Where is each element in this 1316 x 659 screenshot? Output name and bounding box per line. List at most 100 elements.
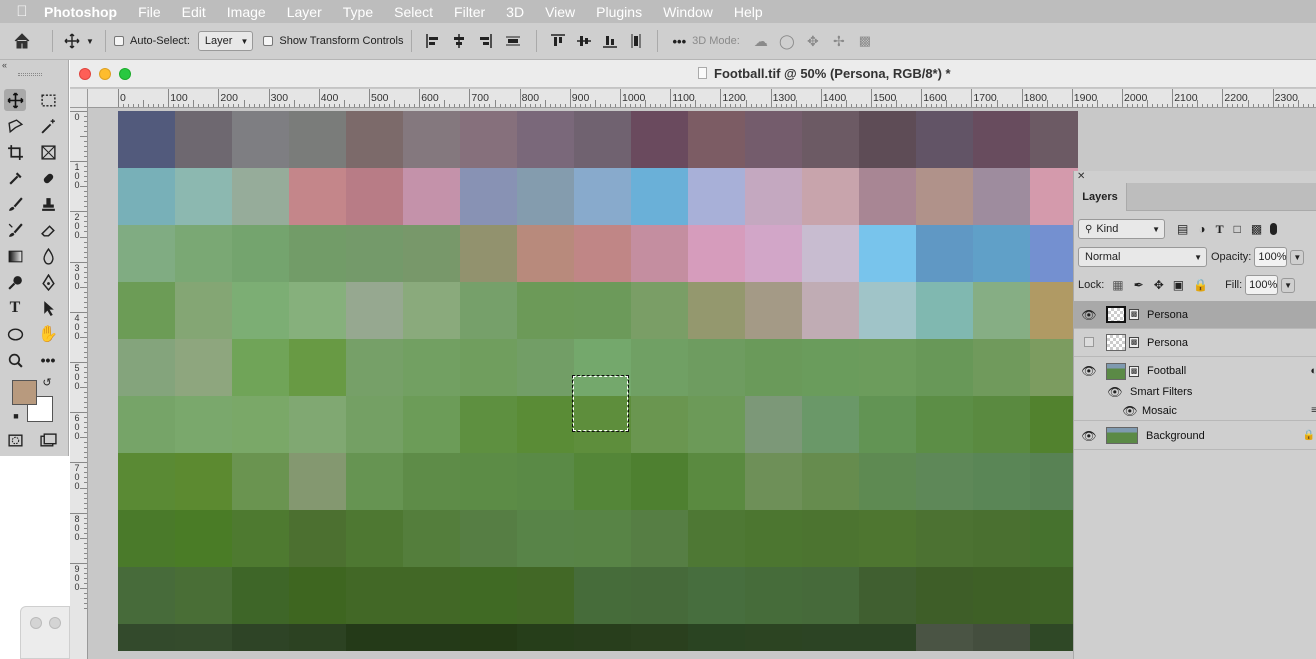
vertical-ruler[interactable]: 0100200300400500600700800900 — [70, 108, 88, 659]
apple-menu-icon[interactable]:  — [0, 3, 44, 20]
window-zoom-button[interactable] — [119, 68, 131, 80]
layer-name[interactable]: Background — [1146, 430, 1205, 442]
fill-input[interactable]: 100% — [1245, 275, 1279, 295]
align-right-icon[interactable] — [472, 29, 498, 53]
eye-icon[interactable]: 👁 — [1074, 364, 1104, 378]
align-left-icon[interactable] — [420, 29, 446, 53]
auto-select-checkbox[interactable] — [114, 36, 124, 46]
panel-grip[interactable] — [18, 73, 42, 76]
layer-row-mosaic[interactable]: 👁 Mosaic ≡ — [1074, 401, 1316, 421]
clone-stamp-icon[interactable] — [37, 193, 59, 215]
rectangular-marquee-icon[interactable] — [37, 89, 59, 111]
pen-tool-icon[interactable] — [37, 271, 59, 293]
menu-image[interactable]: Image — [227, 4, 266, 20]
chevron-down-icon[interactable]: ▼ — [83, 29, 97, 53]
layer-name[interactable]: Football — [1147, 365, 1186, 377]
layer-row-smart-filters[interactable]: 👁 Smart Filters — [1074, 382, 1316, 402]
move-tool-preset-icon[interactable] — [61, 29, 83, 53]
lock-pixels-icon[interactable]: ✒ — [1134, 278, 1144, 292]
layer-name[interactable]: Smart Filters — [1130, 386, 1192, 398]
align-center-icon[interactable] — [446, 29, 472, 53]
ruler-origin[interactable] — [70, 89, 88, 108]
filter-smart-object-icon[interactable]: ▩ — [1251, 222, 1262, 236]
gradient-tool-icon[interactable] — [4, 245, 26, 267]
3d-slide-icon[interactable]: ✢ — [826, 29, 852, 53]
eraser-icon[interactable] — [37, 219, 59, 241]
menu-help[interactable]: Help — [734, 4, 763, 20]
quick-mask-icon[interactable] — [4, 429, 26, 451]
visibility-toggle[interactable] — [1074, 336, 1104, 350]
3d-pan-icon[interactable]: ✥ — [800, 29, 826, 53]
screen-mode-icon[interactable] — [37, 429, 59, 451]
auto-select-dropdown[interactable]: Layer ▼ — [197, 31, 254, 51]
filter-adjustment-icon[interactable]: ◑ — [1198, 222, 1205, 236]
hand-tool-icon[interactable]: ✋ — [37, 323, 59, 345]
collapse-panel-icon[interactable]: « — [2, 60, 7, 70]
brush-tool-icon[interactable] — [4, 193, 26, 215]
menu-type[interactable]: Type — [343, 4, 373, 20]
layer-row-football[interactable]: 👁 ▩ Football ◐ — [1074, 357, 1316, 385]
eye-icon[interactable]: 👁 — [1118, 404, 1142, 418]
opacity-input[interactable]: 100% — [1254, 247, 1288, 267]
layer-name[interactable]: Mosaic — [1142, 405, 1177, 417]
crop-tool-icon[interactable] — [4, 141, 26, 163]
menu-select[interactable]: Select — [394, 4, 433, 20]
menu-plugins[interactable]: Plugins — [596, 4, 642, 20]
window-close-button[interactable] — [30, 617, 42, 629]
menu-edit[interactable]: Edit — [182, 4, 206, 20]
image-canvas[interactable] — [118, 111, 1078, 651]
app-menu[interactable]: Photoshop — [44, 4, 117, 20]
filter-options-icon[interactable]: ≡ — [1311, 405, 1316, 416]
frame-tool-icon[interactable] — [37, 141, 59, 163]
filter-pixel-icon[interactable]: ▤ — [1177, 222, 1188, 236]
home-icon[interactable] — [0, 29, 44, 53]
magic-wand-icon[interactable] — [37, 115, 59, 137]
horizontal-ruler[interactable]: 0 100 200 300 400 500 600 700 800 900 1000 1100 1200… — [88, 89, 1316, 108]
align-top-icon[interactable] — [545, 29, 571, 53]
eye-icon[interactable]: 👁 — [1074, 308, 1104, 322]
align-middle-icon[interactable] — [571, 29, 597, 53]
filter-kind-dropdown[interactable]: ⚲ Kind ▼ — [1078, 219, 1165, 239]
blur-tool-icon[interactable] — [37, 245, 59, 267]
eye-icon[interactable]: 👁 — [1100, 385, 1130, 399]
tab-layers[interactable]: Layers — [1074, 183, 1127, 211]
3d-orbit-icon[interactable]: ☁ — [748, 29, 774, 53]
layer-name[interactable]: Persona — [1147, 309, 1188, 321]
lock-position-icon[interactable]: ✥ — [1154, 278, 1164, 292]
move-tool-icon[interactable] — [4, 89, 26, 111]
dodge-tool-icon[interactable] — [4, 271, 26, 293]
type-tool-icon[interactable]: T — [4, 297, 26, 319]
close-panel-icon[interactable]: ✕ — [1077, 171, 1085, 182]
show-transform-checkbox[interactable] — [263, 36, 274, 46]
chevron-down-icon[interactable]: ▼ — [1281, 277, 1296, 293]
blend-mode-dropdown[interactable]: Normal ▼ — [1078, 247, 1207, 267]
3d-roll-icon[interactable]: ◯ — [774, 29, 800, 53]
distribute-icon[interactable] — [498, 29, 528, 53]
path-selection-icon[interactable] — [37, 297, 59, 319]
layer-name[interactable]: Persona — [1147, 337, 1188, 349]
default-colors-icon[interactable]: ■ — [9, 409, 23, 423]
filter-shape-icon[interactable]: □ — [1234, 222, 1241, 236]
history-brush-icon[interactable] — [4, 219, 26, 241]
lock-transparent-icon[interactable]: ▦ — [1112, 278, 1123, 292]
filter-toggle-icon[interactable] — [1270, 223, 1278, 235]
3d-camera-icon[interactable]: ▩ — [852, 29, 878, 53]
menu-window[interactable]: Window — [663, 4, 713, 20]
menu-file[interactable]: File — [138, 4, 161, 20]
lock-all-icon[interactable]: 🔒 — [1193, 278, 1208, 292]
chevron-down-icon[interactable]: ▼ — [1290, 249, 1305, 265]
swap-colors-icon[interactable]: ↺ — [40, 375, 54, 389]
align-bottom-icon[interactable] — [597, 29, 623, 53]
selection-marquee[interactable] — [572, 375, 629, 432]
distribute-vertical-icon[interactable] — [623, 29, 649, 53]
menu-layer[interactable]: Layer — [287, 4, 322, 20]
eyedropper-icon[interactable] — [4, 167, 26, 189]
eye-icon[interactable]: 👁 — [1074, 429, 1104, 443]
lock-artboard-icon[interactable]: ▣ — [1173, 278, 1184, 292]
window-close-button[interactable] — [79, 68, 91, 80]
more-options-button[interactable]: ••• — [672, 34, 686, 49]
lasso-tool-icon[interactable] — [4, 115, 26, 137]
layer-row-persona[interactable]: 👁 ▩ Persona — [1074, 301, 1316, 329]
menu-filter[interactable]: Filter — [454, 4, 485, 20]
layer-row-background[interactable]: 👁 Background 🔒 — [1074, 422, 1316, 450]
